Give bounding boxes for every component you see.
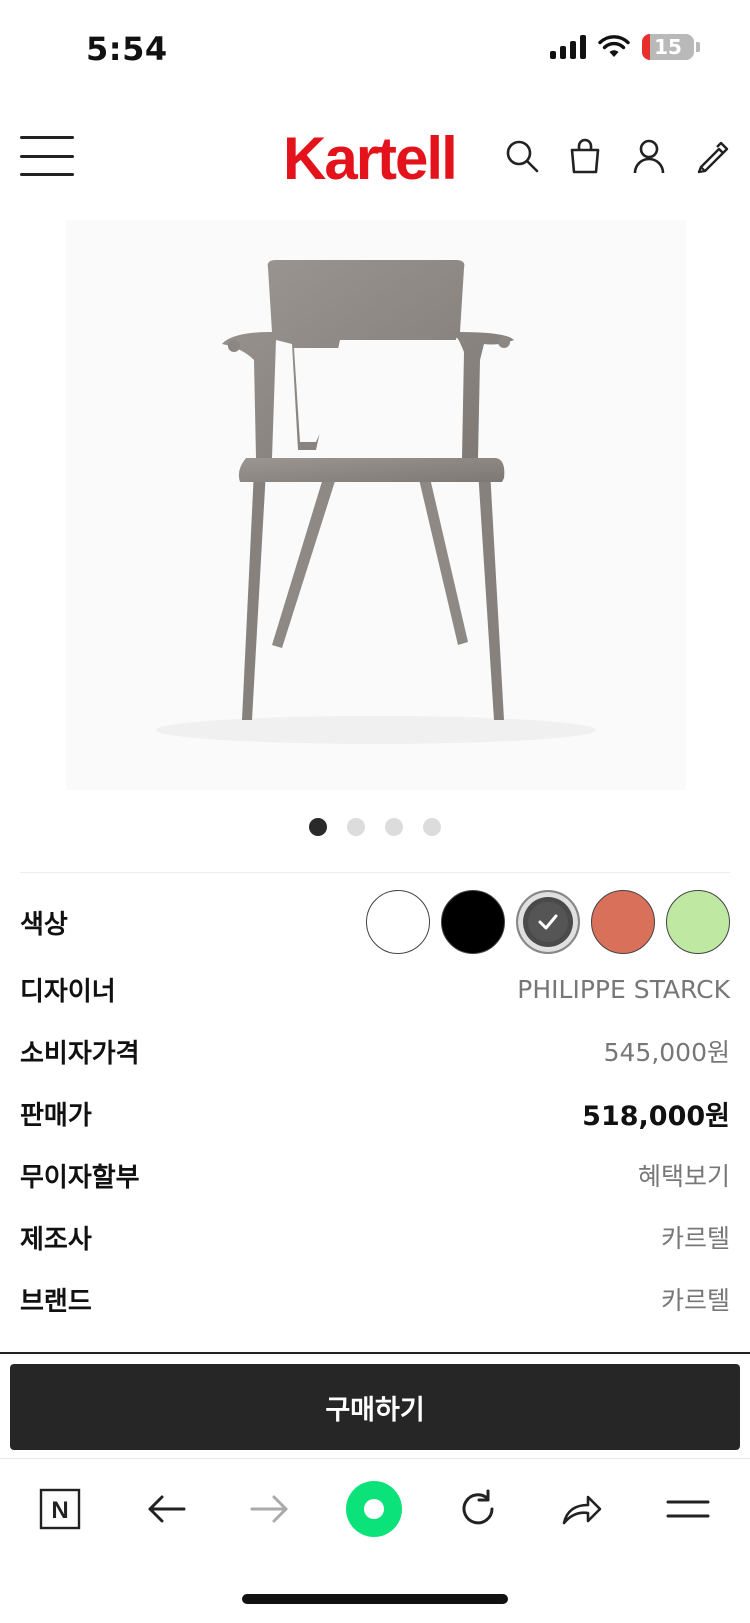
site-header: Kartell <box>0 110 750 202</box>
search-icon[interactable] <box>500 134 544 178</box>
sale-price-row: 판매가 518,000원 <box>20 1082 730 1144</box>
manufacturer-row: 제조사 카르텔 <box>20 1206 730 1268</box>
battery-level: 15 <box>654 35 682 59</box>
designer-row: 디자이너 PHILIPPE STARCK <box>20 958 730 1020</box>
product-image[interactable] <box>66 220 686 790</box>
browser-toolbar: N <box>0 1458 750 1558</box>
shopping-bag-icon[interactable] <box>563 134 607 178</box>
consumer-price-value: 545,000원 <box>603 1038 730 1067</box>
pagination-dot-4[interactable] <box>423 818 441 836</box>
naver-letter: N <box>51 1497 68 1524</box>
designer-label: 디자이너 <box>20 976 116 1007</box>
installment-label: 무이자할부 <box>20 1162 140 1193</box>
brand-value: 카르텔 <box>660 1286 730 1315</box>
sale-price-value: 518,000원 <box>582 1100 730 1132</box>
pagination-dot-1[interactable] <box>309 818 327 836</box>
status-icons: 15 <box>550 34 700 60</box>
home-indicator[interactable] <box>242 1594 508 1604</box>
sale-price-label: 판매가 <box>20 1100 92 1131</box>
color-row: 색상 <box>20 886 730 958</box>
color-swatch-metal-grey[interactable] <box>516 890 580 954</box>
color-swatches <box>366 890 730 954</box>
consumer-price-label: 소비자가격 <box>20 1038 140 1069</box>
designer-value: PHILIPPE STARCK <box>517 974 730 1004</box>
installment-row: 무이자할부 혜택보기 <box>20 1144 730 1206</box>
checkmark-icon <box>528 902 568 942</box>
refresh-icon[interactable] <box>446 1477 510 1541</box>
divider <box>20 872 730 873</box>
image-pagination <box>0 818 750 836</box>
installment-benefits-link[interactable]: 혜택보기 <box>638 1157 730 1193</box>
share-icon[interactable] <box>550 1477 614 1541</box>
product-info: 색상 디자이너 PHILIPPE STARCK 소비자가격 545,000원 판… <box>20 886 730 1330</box>
brand-row: 브랜드 카르텔 <box>20 1268 730 1330</box>
chair-illustration <box>66 220 686 790</box>
pagination-dot-2[interactable] <box>347 818 365 836</box>
manufacturer-value: 카르텔 <box>660 1224 730 1253</box>
kartell-logo[interactable]: Kartell <box>283 124 458 193</box>
color-swatch-orange[interactable] <box>591 890 655 954</box>
pencil-icon[interactable] <box>690 134 734 178</box>
divider <box>0 1352 750 1354</box>
forward-arrow-icon[interactable] <box>238 1477 302 1541</box>
color-label: 색상 <box>20 909 68 940</box>
status-time: 5:54 <box>86 30 168 68</box>
pagination-dot-3[interactable] <box>385 818 403 836</box>
status-bar: 5:54 15 <box>0 0 750 96</box>
color-swatch-light-green[interactable] <box>666 890 730 954</box>
brand-label: 브랜드 <box>20 1286 92 1317</box>
color-swatch-white[interactable] <box>366 890 430 954</box>
consumer-price-row: 소비자가격 545,000원 <box>20 1020 730 1082</box>
green-dot-icon[interactable] <box>342 1477 406 1541</box>
naver-n-icon[interactable]: N <box>28 1477 92 1541</box>
battery-icon: 15 <box>642 34 700 60</box>
back-arrow-icon[interactable] <box>134 1477 198 1541</box>
manufacturer-label: 제조사 <box>20 1224 92 1255</box>
cellular-signal-icon <box>550 35 586 59</box>
hamburger-menu-icon[interactable] <box>20 136 74 176</box>
buy-button[interactable]: 구매하기 <box>10 1364 740 1450</box>
user-icon[interactable] <box>627 134 671 178</box>
color-swatch-black[interactable] <box>441 890 505 954</box>
wifi-icon <box>598 35 630 57</box>
menu-icon[interactable] <box>656 1477 720 1541</box>
